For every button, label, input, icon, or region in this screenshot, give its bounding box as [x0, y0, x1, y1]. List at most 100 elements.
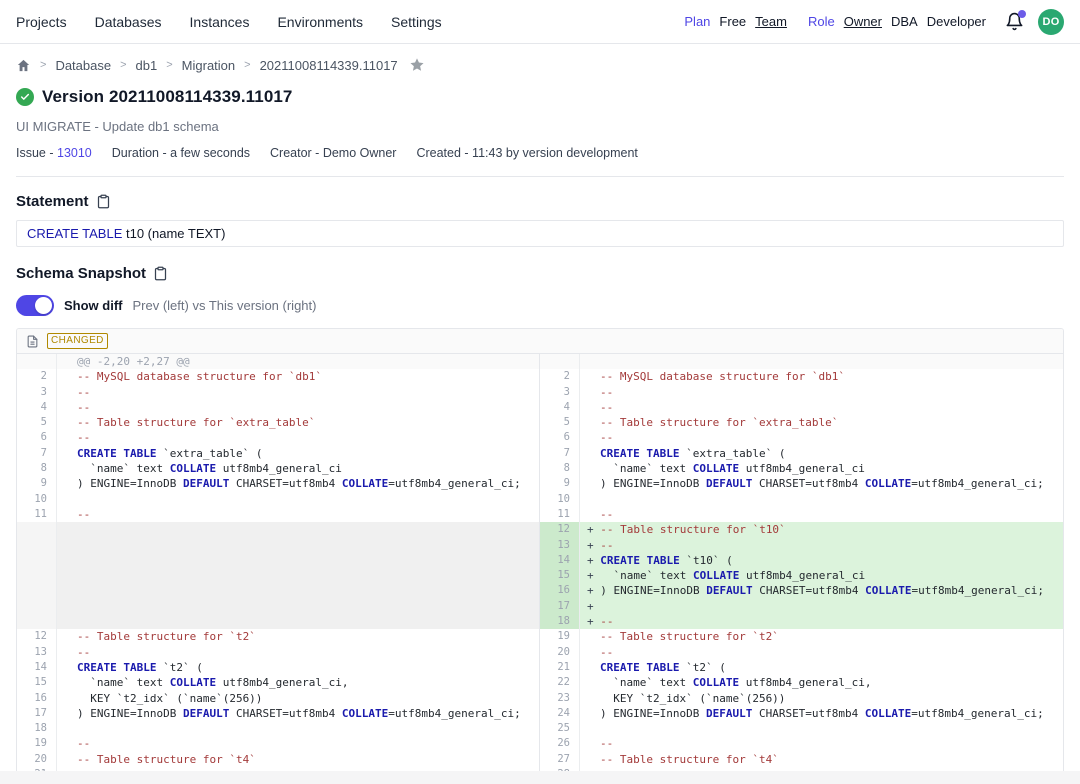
diff-toggle-row: Show diff Prev (left) vs This version (r… — [16, 294, 1064, 316]
line-number: 7 — [540, 446, 580, 461]
code-line: -- — [580, 507, 1063, 522]
diff-row: 6-- — [540, 430, 1063, 445]
diff-row: 22 `name` text COLLATE utf8mb4_general_c… — [540, 675, 1063, 690]
code-line: ) ENGINE=InnoDB DEFAULT CHARSET=utf8mb4 … — [57, 476, 539, 491]
diff-row: 17+ — [540, 599, 1063, 614]
avatar[interactable]: DO — [1038, 9, 1064, 35]
diff-row: 10 — [17, 492, 539, 507]
breadcrumb-database[interactable]: Database — [55, 58, 111, 73]
line-number: 27 — [540, 752, 580, 767]
line-number: 10 — [17, 492, 57, 507]
code-line: + `name` text COLLATE utf8mb4_general_ci — [580, 568, 1063, 583]
show-diff-toggle[interactable] — [16, 295, 54, 316]
code-line: `name` text COLLATE utf8mb4_general_ci — [580, 461, 1063, 476]
home-icon[interactable] — [16, 58, 31, 73]
diff-row: 15+ `name` text COLLATE utf8mb4_general_… — [540, 568, 1063, 583]
line-number: 14 — [17, 660, 57, 675]
diff-body: @@ -2,20 +2,27 @@2-- MySQL database stru… — [17, 354, 1063, 782]
statement-heading-row: Statement — [16, 193, 1064, 210]
diff-row: 7CREATE TABLE `extra_table` ( — [17, 446, 539, 461]
code-line — [57, 522, 539, 537]
line-number: 8 — [17, 461, 57, 476]
line-number: 2 — [17, 369, 57, 384]
nav-item-databases[interactable]: Databases — [95, 14, 162, 30]
line-number: 24 — [540, 706, 580, 721]
diff-row — [540, 354, 1063, 369]
code-line: ) ENGINE=InnoDB DEFAULT CHARSET=utf8mb4 … — [57, 706, 539, 721]
line-number: 9 — [540, 476, 580, 491]
diff-row: 15 `name` text COLLATE utf8mb4_general_c… — [17, 675, 539, 690]
clipboard-icon[interactable] — [153, 266, 168, 281]
breadcrumb-db1[interactable]: db1 — [136, 58, 158, 73]
line-number: 18 — [540, 614, 580, 629]
diff-row: 8 `name` text COLLATE utf8mb4_general_ci — [17, 461, 539, 476]
diff-row: 25 — [540, 721, 1063, 736]
changed-badge: CHANGED — [47, 333, 108, 349]
statement-sql: CREATE TABLE t10 (name TEXT) — [16, 220, 1064, 247]
diff-row: 6-- — [17, 430, 539, 445]
role-label: Role — [808, 14, 835, 29]
diff-row — [17, 599, 539, 614]
line-number: 22 — [540, 675, 580, 690]
main-content: > Database > db1 > Migration > 202110081… — [0, 52, 1080, 783]
star-icon[interactable] — [409, 57, 425, 73]
line-number: 7 — [17, 446, 57, 461]
code-line: + ) ENGINE=InnoDB DEFAULT CHARSET=utf8mb… — [580, 583, 1063, 598]
diff-header: CHANGED — [17, 329, 1063, 354]
nav-item-environments[interactable]: Environments — [277, 14, 363, 30]
diff-row: 13+ -- — [540, 538, 1063, 553]
role-owner-link[interactable]: Owner — [844, 14, 882, 29]
code-line: -- — [57, 645, 539, 660]
code-line — [57, 568, 539, 583]
code-line: ) ENGINE=InnoDB DEFAULT CHARSET=utf8mb4 … — [580, 706, 1063, 721]
version-subtitle: UI MIGRATE - Update db1 schema — [16, 119, 1064, 134]
diff-row: 10 — [540, 492, 1063, 507]
nav-right: Plan Free Team Role Owner DBA Developer … — [684, 9, 1064, 35]
diff-row: 12-- Table structure for `t2` — [17, 629, 539, 644]
code-line — [57, 492, 539, 507]
code-line: -- — [580, 645, 1063, 660]
diff-hint: Prev (left) vs This version (right) — [133, 298, 317, 313]
diff-row — [17, 583, 539, 598]
role-developer: Developer — [927, 14, 986, 29]
line-number: 13 — [540, 538, 580, 553]
line-number: 12 — [17, 629, 57, 644]
diff-row: 4-- — [540, 400, 1063, 415]
diff-row: 21CREATE TABLE `t2` ( — [540, 660, 1063, 675]
meta-creator: Creator - Demo Owner — [270, 146, 396, 160]
code-line: -- — [57, 430, 539, 445]
code-line: @@ -2,20 +2,27 @@ — [57, 354, 539, 369]
diff-row: 11-- — [17, 507, 539, 522]
schema-diff-viewer: CHANGED @@ -2,20 +2,27 @@2-- MySQL datab… — [16, 328, 1064, 783]
diff-row: @@ -2,20 +2,27 @@ — [17, 354, 539, 369]
nav-item-settings[interactable]: Settings — [391, 14, 442, 30]
code-line: -- — [57, 400, 539, 415]
diff-row — [17, 614, 539, 629]
breadcrumb-migration[interactable]: Migration — [182, 58, 235, 73]
code-line: + -- — [580, 538, 1063, 553]
nav-item-projects[interactable]: Projects — [16, 14, 67, 30]
issue-link[interactable]: 13010 — [57, 146, 92, 160]
breadcrumb-version[interactable]: 20211008114339.11017 — [260, 58, 398, 73]
notifications-button[interactable] — [1005, 12, 1025, 32]
line-number: 26 — [540, 736, 580, 751]
nav-item-instances[interactable]: Instances — [190, 14, 250, 30]
show-diff-label: Show diff — [64, 298, 123, 313]
code-line: KEY `t2_idx` (`name`(256)) — [57, 691, 539, 706]
diff-row: 23 KEY `t2_idx` (`name`(256)) — [540, 691, 1063, 706]
diff-row: 16+ ) ENGINE=InnoDB DEFAULT CHARSET=utf8… — [540, 583, 1063, 598]
clipboard-icon[interactable] — [96, 194, 111, 209]
code-line — [57, 599, 539, 614]
line-number: 6 — [17, 430, 57, 445]
code-line — [57, 721, 539, 736]
code-line: CREATE TABLE `extra_table` ( — [57, 446, 539, 461]
plan-team-link[interactable]: Team — [755, 14, 787, 29]
diff-row — [17, 538, 539, 553]
code-line — [57, 614, 539, 629]
line-number: 18 — [17, 721, 57, 736]
line-number: 5 — [17, 415, 57, 430]
code-line: -- Table structure for `extra_table` — [57, 415, 539, 430]
diff-row: 3-- — [17, 385, 539, 400]
line-number: 25 — [540, 721, 580, 736]
diff-row: 2-- MySQL database structure for `db1` — [17, 369, 539, 384]
